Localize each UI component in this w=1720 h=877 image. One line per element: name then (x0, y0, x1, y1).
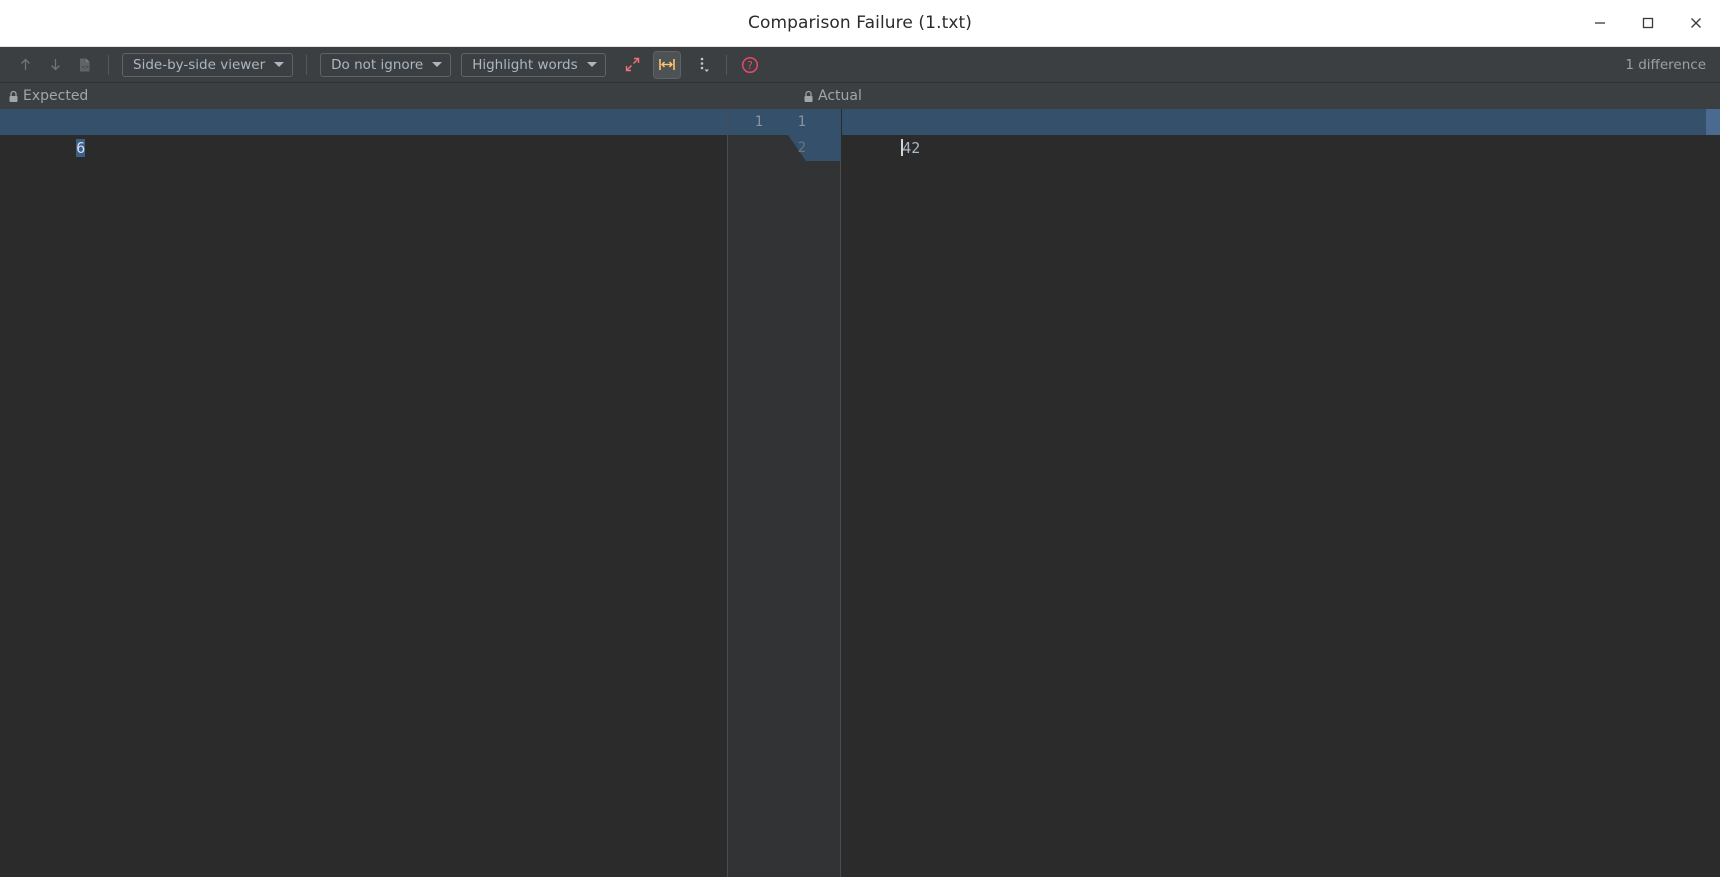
ignore-mode-dropdown[interactable]: Do not ignore (320, 52, 452, 77)
svg-text:?: ? (747, 60, 753, 72)
chevron-down-icon (274, 62, 285, 67)
close-button[interactable] (1672, 0, 1720, 46)
toolbar-separator-3 (725, 54, 727, 75)
expected-line-text: 6 (76, 139, 86, 157)
more-options-icon[interactable] (690, 52, 716, 78)
actual-panel-title: Actual (818, 88, 862, 104)
expected-line-number: 1 (754, 114, 763, 130)
expected-diff-highlight-row (0, 109, 727, 135)
actual-code-line-1[interactable]: 42 (847, 109, 920, 157)
window-titlebar: Comparison Failure (1.txt) (0, 0, 1720, 47)
collapse-unchanged-fragments-icon[interactable] (620, 52, 646, 78)
maximize-button[interactable] (1624, 0, 1672, 46)
toolbar-separator-1 (108, 54, 109, 75)
previous-difference-icon[interactable] (12, 52, 38, 78)
scrollbar-diff-marker[interactable] (1706, 109, 1720, 135)
highlight-mode-label: Highlight words (472, 56, 578, 73)
svg-text:<>: <> (81, 63, 89, 71)
diff-viewer: 6 1 1 2 42 (0, 109, 1720, 877)
lock-icon (9, 90, 18, 102)
panel-headers: Expected Actual (0, 83, 1720, 109)
diff-toolbar: <> Side-by-side viewer Do not ignore Hig… (0, 47, 1720, 83)
actual-line-text: 42 (902, 139, 921, 157)
actual-line-number-1: 1 (797, 114, 806, 130)
actual-line-number-2: 2 (797, 140, 806, 156)
lock-icon (804, 90, 813, 102)
viewer-mode-dropdown[interactable]: Side-by-side viewer (122, 52, 294, 77)
minimize-button[interactable] (1576, 0, 1624, 46)
compare-files-icon[interactable]: <> (72, 52, 98, 78)
next-difference-icon[interactable] (42, 52, 68, 78)
window-controls (1576, 0, 1720, 46)
viewer-mode-label: Side-by-side viewer (133, 56, 266, 73)
difference-count: 1 difference (1625, 57, 1706, 73)
expected-left-edge-marker (0, 109, 22, 135)
toolbar-separator-2 (306, 54, 308, 75)
actual-diff-highlight-row (842, 109, 1720, 135)
chevron-down-icon (586, 62, 597, 67)
fit-content-icon[interactable] (652, 50, 681, 79)
expected-panel-title: Expected (23, 88, 89, 104)
window-title: Comparison Failure (1.txt) (748, 13, 972, 33)
ignore-mode-label: Do not ignore (331, 56, 424, 73)
actual-editor-pane[interactable]: 42 (842, 109, 1720, 877)
actual-panel-header: Actual (803, 83, 862, 109)
highlight-mode-dropdown[interactable]: Highlight words (461, 52, 606, 77)
help-icon[interactable]: ? (737, 52, 763, 78)
expected-editor-pane[interactable]: 6 (0, 109, 727, 877)
diff-gutter[interactable]: 1 1 2 (727, 109, 841, 877)
chevron-down-icon (432, 62, 443, 67)
expected-code-line-1[interactable]: 6 (22, 109, 86, 157)
expected-panel-header: Expected (8, 83, 88, 109)
